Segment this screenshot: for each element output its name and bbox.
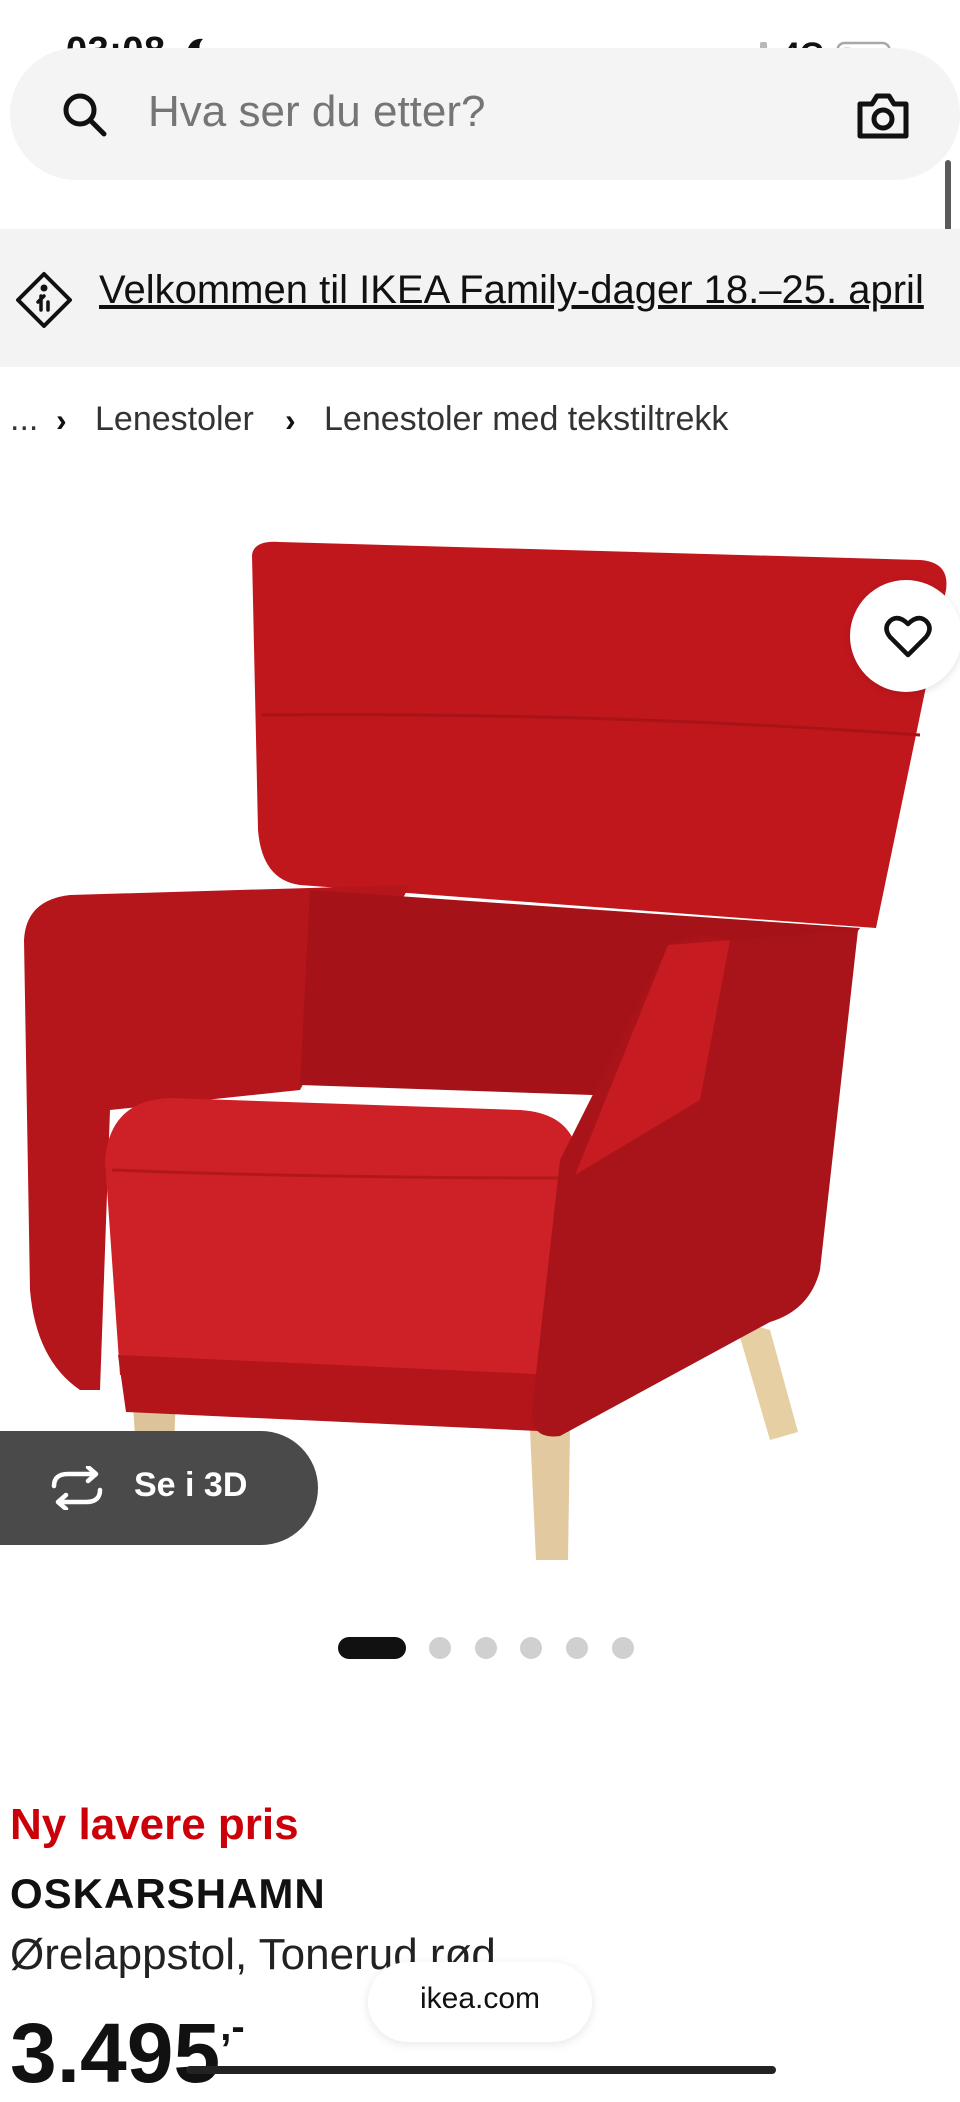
product-price: 3.495,-: [10, 2005, 245, 2102]
search-icon: [63, 93, 107, 137]
price-value: 3.495: [10, 2006, 221, 2100]
price-suffix: ,-: [220, 2005, 245, 2049]
browser-url-pill[interactable]: ikea.com: [368, 1962, 592, 2042]
carousel-dot-3[interactable]: [475, 1637, 497, 1659]
carousel-dot-6[interactable]: [612, 1637, 634, 1659]
breadcrumb-separator-icon: ›: [56, 402, 67, 438]
camera-icon[interactable]: [856, 90, 910, 140]
rotate-3d-icon: [51, 1466, 103, 1510]
heart-icon: [884, 615, 932, 658]
breadcrumb-separator-icon: ›: [285, 402, 296, 438]
product-name: OSKARSHAMN: [10, 1870, 326, 1917]
carousel-dot-2[interactable]: [429, 1637, 451, 1659]
favorite-button[interactable]: [850, 580, 960, 692]
breadcrumb-ellipsis[interactable]: ...: [10, 400, 38, 439]
promo-link[interactable]: Velkommen til IKEA Family-dager 18.–25. …: [99, 268, 924, 313]
new-lower-price-badge: Ny lavere pris: [10, 1800, 299, 1849]
view-3d-button[interactable]: Se i 3D: [0, 1431, 318, 1545]
carousel-dot-5[interactable]: [566, 1637, 588, 1659]
carousel-dot-4[interactable]: [520, 1637, 542, 1659]
browser-url: ikea.com: [419, 1982, 541, 2015]
breadcrumb-item-lenestoler[interactable]: Lenestoler: [95, 400, 254, 439]
image-carousel-dots: [0, 1630, 960, 1660]
price-tag-icon: [16, 272, 72, 328]
search-input[interactable]: [146, 86, 750, 138]
home-indicator[interactable]: [186, 2066, 776, 2074]
breadcrumb-item-tekstiltrekk[interactable]: Lenestoler med tekstiltrekk: [324, 400, 728, 439]
carousel-dot-1[interactable]: [338, 1637, 406, 1659]
view-3d-label: Se i 3D: [134, 1466, 248, 1504]
